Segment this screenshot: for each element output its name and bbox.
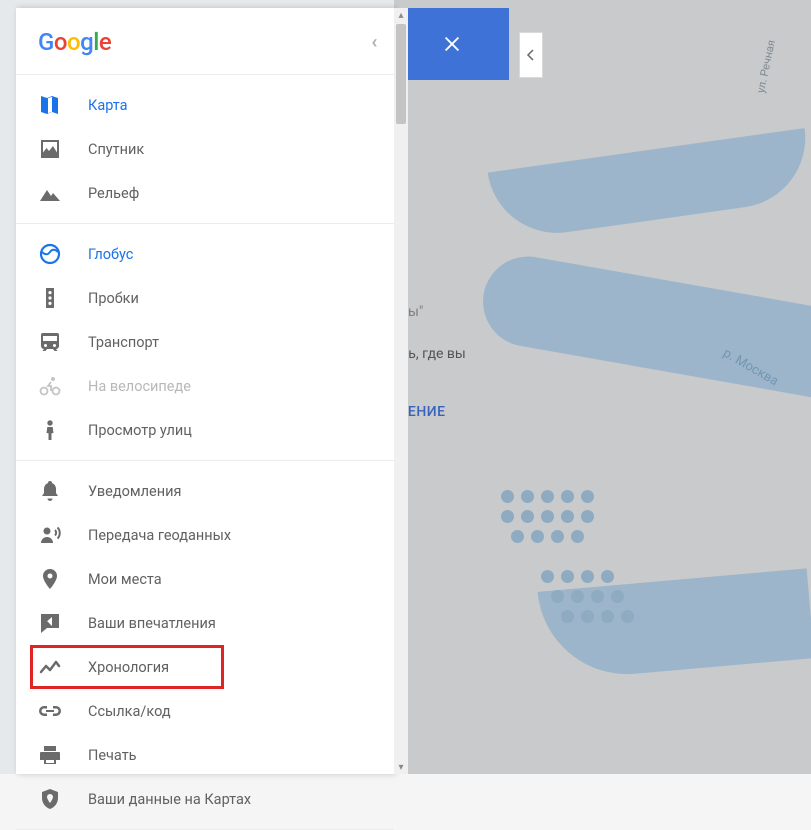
menu-group-overlays: Глобус Пробки Транспорт На велосипеде Пр… — [16, 224, 394, 460]
bicycle-icon — [38, 374, 62, 398]
satellite-icon — [38, 137, 62, 161]
menu-item-traffic[interactable]: Пробки — [16, 276, 394, 320]
menu-item-transit[interactable]: Транспорт — [16, 320, 394, 364]
timeline-icon — [38, 655, 62, 679]
menu-item-label: Уведомления — [88, 483, 372, 500]
menu-item-notifications[interactable]: Уведомления — [16, 469, 394, 513]
menu-item-label: Спутник — [88, 141, 372, 158]
menu-item-label: Рельеф — [88, 185, 372, 202]
navigation-drawer: ▴ ▾ Google ‹‹ Карта Спутник Рельеф Глоб — [16, 8, 394, 774]
shield-privacy-icon — [38, 787, 62, 811]
menu-item-label: Ваши данные на Картах — [88, 791, 372, 808]
menu-item-label: На велосипеде — [88, 378, 372, 395]
scrollbar[interactable]: ▴ ▾ — [394, 8, 408, 774]
menu-item-label: Карта — [88, 97, 372, 114]
menu-item-label: Просмотр улиц — [88, 422, 372, 439]
scroll-up-icon[interactable]: ▴ — [394, 8, 408, 22]
menu-item-label: Ссылка/код — [88, 703, 372, 720]
menu-item-map[interactable]: Карта — [16, 83, 394, 127]
close-icon — [441, 33, 463, 55]
menu-item-timeline[interactable]: Хронология — [16, 645, 394, 689]
menu-item-print[interactable]: Печать — [16, 733, 394, 777]
modal-backdrop[interactable] — [394, 0, 811, 774]
bell-icon — [38, 479, 62, 503]
menu-item-label: Пробки — [88, 290, 372, 307]
menu-item-share-link[interactable]: Ссылка/код — [16, 689, 394, 733]
scrollbar-thumb[interactable] — [396, 24, 406, 124]
menu-item-my-places[interactable]: Мои места — [16, 557, 394, 601]
google-logo[interactable]: Google — [38, 28, 111, 56]
feedback-icon — [38, 611, 62, 635]
chevron-left-icon — [526, 49, 536, 61]
side-panel-close-header[interactable] — [394, 8, 509, 80]
scroll-down-icon[interactable]: ▾ — [394, 760, 408, 774]
menu-item-terrain[interactable]: Рельеф — [16, 171, 394, 215]
pegman-icon — [38, 418, 62, 442]
side-panel-collapse-button[interactable] — [519, 32, 543, 78]
menu-item-satellite[interactable]: Спутник — [16, 127, 394, 171]
map-icon — [38, 93, 62, 117]
terrain-icon — [38, 181, 62, 205]
menu-item-label: Ваши впечатления — [88, 615, 372, 632]
menu-item-label: Печать — [88, 747, 372, 764]
traffic-icon — [38, 286, 62, 310]
menu-item-streetview[interactable]: Просмотр улиц — [16, 408, 394, 452]
menu-item-label: Хронология — [88, 659, 372, 676]
menu-group-layers: Карта Спутник Рельеф — [16, 75, 394, 223]
pin-icon — [38, 567, 62, 591]
menu-item-your-data[interactable]: Ваши данные на Картах — [16, 777, 394, 821]
globe-icon — [38, 242, 62, 266]
menu-item-label: Глобус — [88, 246, 372, 263]
print-icon — [38, 743, 62, 767]
transit-icon — [38, 330, 62, 354]
menu-item-biking: На велосипеде — [16, 364, 394, 408]
location-sharing-icon — [38, 523, 62, 547]
menu-item-location-sharing[interactable]: Передача геоданных — [16, 513, 394, 557]
menu-item-label: Мои места — [88, 571, 372, 588]
link-icon — [38, 699, 62, 723]
menu-item-label: Передача геоданных — [88, 527, 372, 544]
drawer-header: Google ‹‹ — [16, 8, 394, 74]
menu-item-label: Транспорт — [88, 334, 372, 351]
menu-item-globe[interactable]: Глобус — [16, 232, 394, 276]
menu-item-contributions[interactable]: Ваши впечатления — [16, 601, 394, 645]
